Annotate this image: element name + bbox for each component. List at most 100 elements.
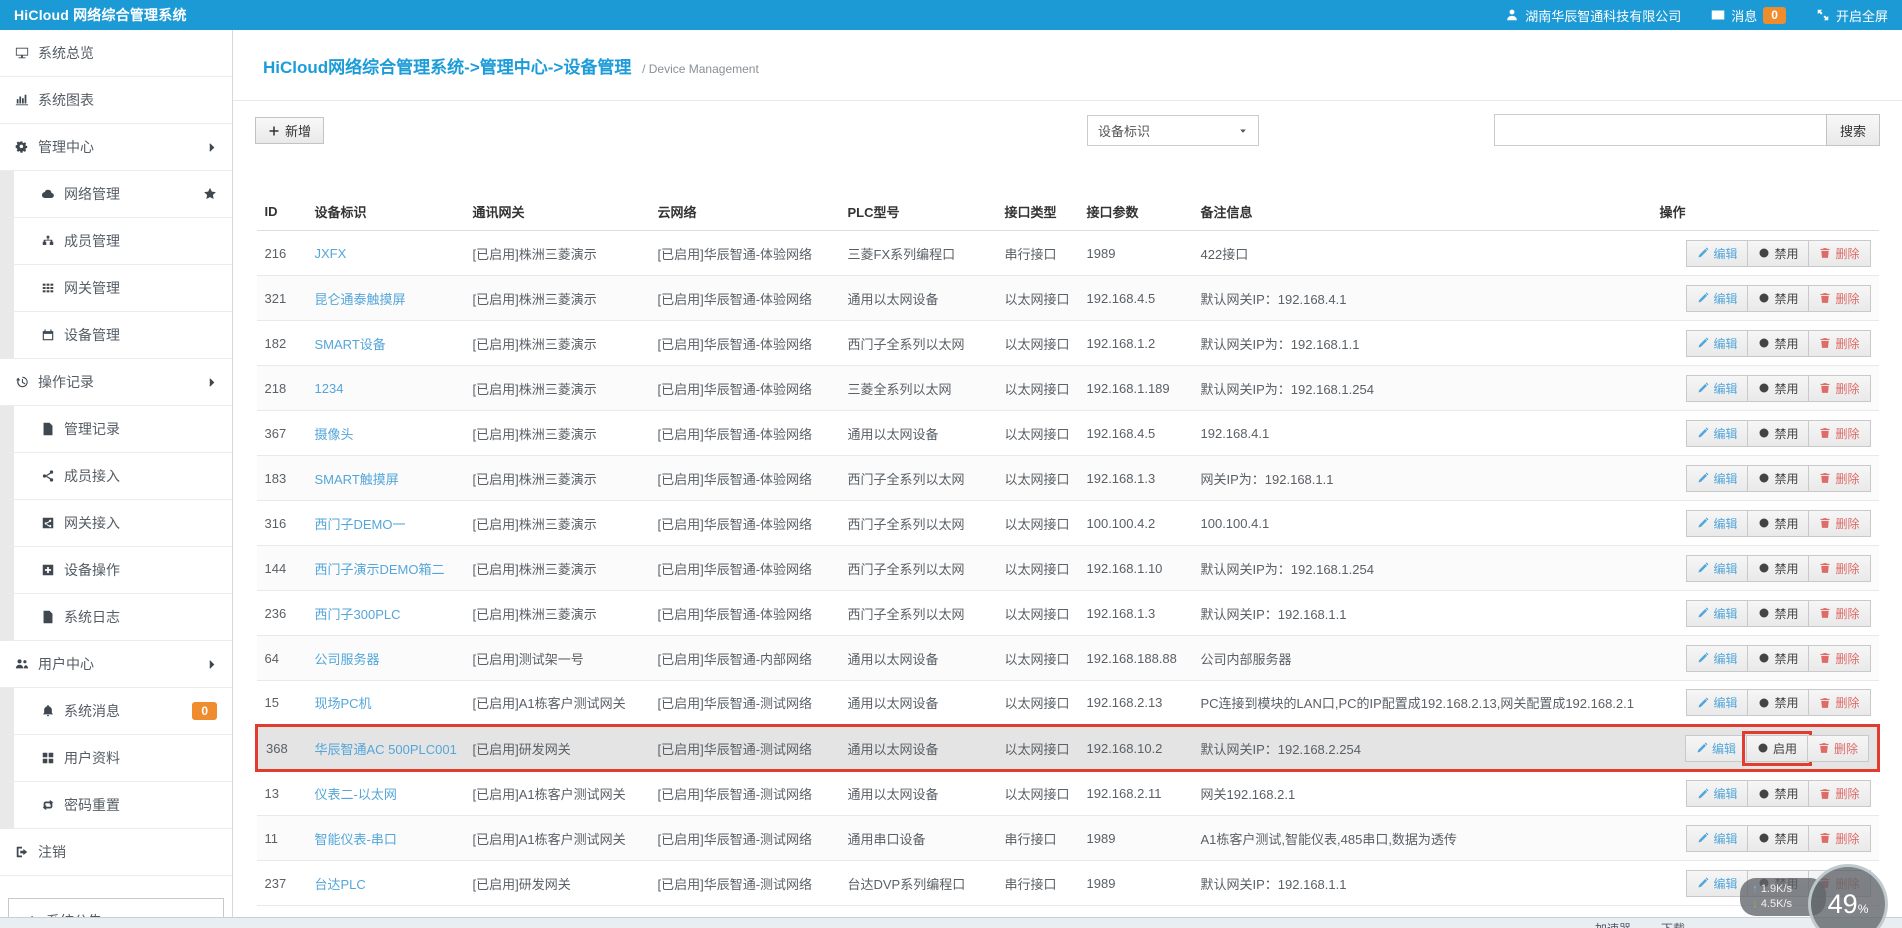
edit-button[interactable]: 编辑	[1686, 239, 1749, 267]
device-link[interactable]: SMART设备	[315, 337, 386, 352]
edit-button[interactable]: 编辑	[1686, 464, 1749, 492]
edit-button[interactable]: 编辑	[1686, 329, 1749, 357]
bar-chart-icon	[15, 93, 29, 107]
sidebar-item-system-log[interactable]: 系统日志	[0, 594, 232, 641]
edit-button[interactable]: 编辑	[1686, 419, 1749, 447]
delete-button[interactable]: 删除	[1808, 509, 1871, 537]
device-link[interactable]: 昆仑通泰触摸屏	[315, 292, 406, 307]
cell-ifparam: 192.168.2.13	[1078, 680, 1193, 726]
edit-button[interactable]: 编辑	[1684, 734, 1747, 762]
disable-button[interactable]: 禁用	[1747, 599, 1810, 627]
disable-button[interactable]: 禁用	[1747, 780, 1810, 807]
device-link[interactable]: 华辰智通AC 500PLC001	[315, 742, 457, 757]
device-link[interactable]: 西门子演示DEMO箱二	[315, 562, 445, 577]
edit-button[interactable]: 编辑	[1686, 374, 1749, 402]
disable-button[interactable]: 禁用	[1747, 509, 1810, 537]
delete-button[interactable]: 删除	[1808, 464, 1871, 492]
cell-gateway: [已启用]株洲三菱演示	[464, 455, 650, 501]
delete-button[interactable]: 删除	[1808, 329, 1871, 357]
sidebar-item-network-mgmt[interactable]: 网络管理	[0, 171, 232, 218]
edit-button[interactable]: 编辑	[1686, 554, 1749, 582]
delete-button[interactable]: 删除	[1808, 644, 1871, 672]
edit-button[interactable]: 编辑	[1686, 284, 1749, 312]
delete-button[interactable]: 删除	[1808, 780, 1871, 807]
enable-button[interactable]: 启用	[1741, 730, 1812, 766]
app-logo[interactable]: HiCloud 网络综合管理系统	[14, 5, 187, 25]
disable-button[interactable]: 禁用	[1747, 239, 1810, 267]
device-link[interactable]: 仪表二-以太网	[315, 787, 397, 802]
edit-button[interactable]: 编辑	[1686, 644, 1749, 672]
sidebar-item-admin-center[interactable]: 管理中心	[0, 124, 232, 171]
disable-button[interactable]: 禁用	[1747, 824, 1810, 852]
delete-button[interactable]: 删除	[1806, 734, 1869, 762]
bottombar-item[interactable]: 下载	[1661, 920, 1685, 928]
device-link[interactable]: SMART触摸屏	[315, 472, 399, 487]
disable-button[interactable]: 禁用	[1747, 554, 1810, 582]
cell-gateway: [已启用]株洲三菱演示	[464, 365, 650, 411]
sidebar-item-gateway-access[interactable]: 网关接入	[0, 500, 232, 547]
search-input[interactable]	[1493, 114, 1826, 146]
add-button[interactable]: 新增	[255, 117, 325, 144]
device-link[interactable]: 西门子300PLC	[315, 607, 401, 622]
sidebar-item-system-charts[interactable]: 系统图表	[0, 77, 232, 124]
cell-plc: 通用以太网设备	[839, 680, 997, 726]
edit-button[interactable]: 编辑	[1686, 824, 1749, 852]
device-link[interactable]: 1234	[315, 381, 344, 396]
action-button-group: 编辑 禁用 删除	[1686, 509, 1871, 537]
sidebar-item-system-overview[interactable]: 系统总览	[0, 30, 232, 77]
disable-button[interactable]: 禁用	[1747, 329, 1810, 357]
cell-name: 西门子演示DEMO箱二	[306, 545, 465, 591]
edit-button[interactable]: 编辑	[1686, 509, 1749, 537]
disable-button[interactable]: 禁用	[1747, 644, 1810, 672]
disable-button[interactable]: 禁用	[1747, 689, 1810, 716]
disable-button[interactable]: 禁用	[1747, 374, 1810, 402]
sidebar-item-user-center[interactable]: 用户中心	[0, 641, 232, 688]
delete-button[interactable]: 删除	[1808, 419, 1871, 447]
device-link[interactable]: 现场PC机	[315, 696, 372, 711]
disable-button[interactable]: 禁用	[1747, 464, 1810, 492]
delete-button[interactable]: 删除	[1808, 554, 1871, 582]
device-link[interactable]: JXFX	[315, 246, 347, 261]
delete-button[interactable]: 删除	[1808, 824, 1871, 852]
delete-button[interactable]: 删除	[1808, 689, 1871, 716]
bottombar-item[interactable]: 加速器	[1595, 920, 1631, 928]
device-link[interactable]: 智能仪表-串口	[315, 832, 397, 847]
sidebar-item-password-reset[interactable]: 密码重置	[0, 782, 232, 829]
company-menu[interactable]: 湖南华辰智通科技有限公司	[1505, 6, 1681, 25]
fullscreen-button[interactable]: 开启全屏	[1816, 6, 1888, 25]
cell-iftype: 以太网接口	[996, 500, 1079, 546]
brand-bold: HiCloud	[14, 7, 70, 23]
disable-button[interactable]: 禁用	[1747, 419, 1810, 447]
sidebar-item-device-mgmt[interactable]: 设备管理	[0, 312, 232, 359]
cell-plc: 通用以太网设备	[839, 635, 997, 681]
disable-button[interactable]: 禁用	[1747, 284, 1810, 312]
delete-button[interactable]: 删除	[1808, 599, 1871, 627]
device-link[interactable]: 台达PLC	[315, 877, 366, 892]
sidebar-item-gateway-mgmt[interactable]: 网关管理	[0, 265, 232, 312]
delete-button[interactable]: 删除	[1808, 239, 1871, 267]
sidebar-item-device-ops[interactable]: 设备操作	[0, 547, 232, 594]
sidebar-item-member-access[interactable]: 成员接入	[0, 453, 232, 500]
edit-button[interactable]: 编辑	[1686, 599, 1749, 627]
cell-gateway: [已启用]株洲三菱演示	[464, 590, 650, 636]
cell-ifparam: 1989	[1078, 230, 1193, 276]
messages-menu[interactable]: 消息 0	[1711, 6, 1786, 25]
sidebar-item-op-records[interactable]: 操作记录	[0, 359, 232, 406]
delete-button[interactable]: 删除	[1808, 284, 1871, 312]
edit-button[interactable]: 编辑	[1686, 689, 1749, 716]
delete-button[interactable]: 删除	[1808, 374, 1871, 402]
search-button[interactable]: 搜索	[1825, 114, 1880, 146]
device-link[interactable]: 西门子DEMO一	[315, 517, 406, 532]
edit-button[interactable]: 编辑	[1686, 780, 1749, 807]
device-link[interactable]: 公司服务器	[315, 652, 380, 667]
device-link[interactable]: 摄像头	[315, 427, 354, 442]
filter-select[interactable]: 设备标识	[1087, 115, 1259, 146]
sidebar-item-admin-records[interactable]: 管理记录	[0, 406, 232, 453]
trash-icon	[1819, 427, 1831, 439]
sidebar-item-logout[interactable]: 注销	[0, 829, 232, 876]
sidebar-item-member-mgmt[interactable]: 成员管理	[0, 218, 232, 265]
sidebar-item-label: 管理记录	[64, 421, 120, 437]
edit-button[interactable]: 编辑	[1686, 869, 1749, 897]
sidebar-item-system-messages[interactable]: 系统消息 0	[0, 688, 232, 735]
sidebar-item-user-profile[interactable]: 用户资料	[0, 735, 232, 782]
